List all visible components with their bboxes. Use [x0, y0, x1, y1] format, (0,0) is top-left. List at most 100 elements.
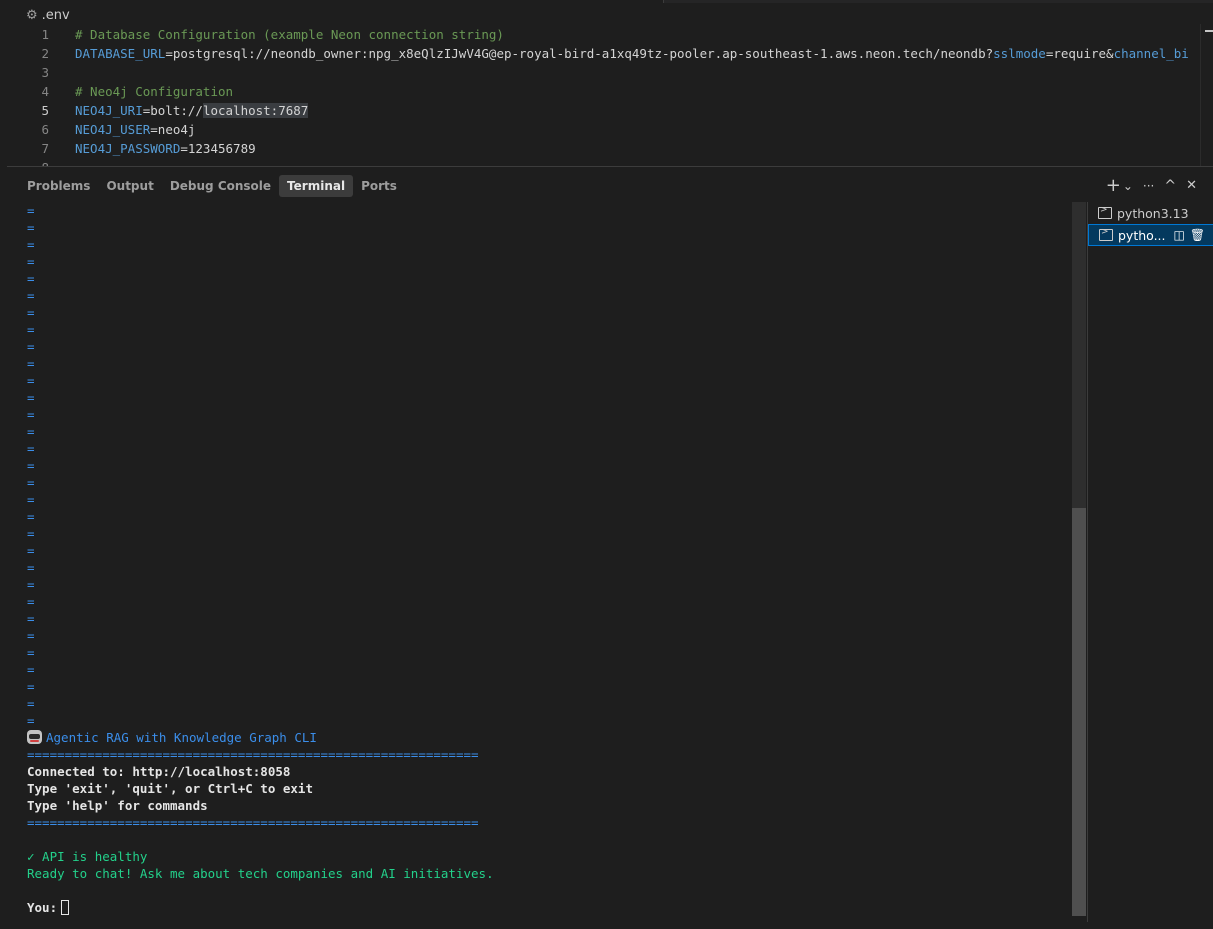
health-status: ✓ API is healthy [27, 849, 148, 864]
close-panel-icon[interactable]: ✕ [1186, 177, 1197, 195]
editor-line[interactable]: 4 # Neo4j Configuration [7, 82, 1213, 101]
editor-line[interactable]: 6 NEO4J_USER=neo4j [7, 120, 1213, 139]
trash-icon[interactable]: 🗑 [1190, 228, 1205, 242]
tab-terminal[interactable]: Terminal [279, 175, 354, 197]
terminal-instance[interactable]: pytho... ◫ 🗑 [1088, 224, 1213, 246]
line-number: 4 [41, 84, 49, 99]
terminal-line: = [27, 645, 35, 660]
terminal-line: = [27, 407, 35, 422]
code-value: =neo4j [150, 122, 196, 137]
line-number: 2 [41, 46, 49, 61]
editor-line[interactable]: 5 NEO4J_URI=bolt://localhost:7687 [7, 101, 1213, 120]
terminal-scrollbar[interactable] [1072, 202, 1086, 916]
scrollbar-track [1072, 202, 1086, 508]
terminal-line: = [27, 373, 35, 388]
terminal-line: = [27, 339, 35, 354]
terminal-line: = [27, 322, 35, 337]
line-number: 7 [41, 141, 49, 156]
code-key: DATABASE_URL [75, 46, 166, 61]
terminal-line: = [27, 560, 35, 575]
terminal-instance-label: python3.13 [1117, 205, 1189, 221]
tab-problems[interactable]: Problems [19, 175, 98, 197]
terminal-line: = [27, 713, 35, 728]
editor-line[interactable]: 1 # Database Configuration (example Neon … [7, 25, 1213, 44]
chevron-down-icon[interactable]: ⌄ [1123, 177, 1133, 195]
terminal-line: = [27, 492, 35, 507]
code-value: =123456789 [180, 141, 256, 156]
line-code: # Database Configuration (example Neon c… [75, 25, 504, 44]
tab-output[interactable]: Output [98, 175, 161, 197]
terminal-line: = [27, 543, 35, 558]
terminal-line: = [27, 220, 35, 235]
editor-tab-strip [0, 0, 1213, 3]
maximize-panel-icon[interactable]: ^ [1164, 177, 1176, 195]
line-code: NEO4J_USER=neo4j [75, 120, 195, 139]
editor-line[interactable]: 3 [7, 63, 1213, 82]
prompt-line: You: [27, 899, 70, 916]
active-editor-tab-edge [0, 0, 663, 3]
terminal-line: = [27, 577, 35, 592]
code-comment: # Neo4j Configuration [75, 84, 234, 99]
line-number: 6 [41, 122, 49, 137]
tab-debug-console[interactable]: Debug Console [162, 175, 279, 197]
editor-line[interactable]: 2 DATABASE_URL=postgresql://neondb_owner:… [7, 44, 1213, 63]
terminal-line: = [27, 424, 35, 439]
terminal-instance[interactable]: python3.13 [1088, 202, 1213, 224]
terminal-line: = [27, 679, 35, 694]
breadcrumb[interactable]: ⚙ .env [26, 6, 70, 24]
separator-line: ========================================… [27, 747, 479, 762]
panel-actions: + ⌄ ··· ^ ✕ [1106, 175, 1197, 197]
terminal-line: = [27, 271, 35, 286]
code-value: =bolt:// [142, 103, 203, 118]
editor-line[interactable]: 7 NEO4J_PASSWORD=123456789 [7, 139, 1213, 158]
terminal-line: = [27, 662, 35, 677]
tab-ports[interactable]: Ports [353, 175, 405, 197]
more-actions-icon[interactable]: ··· [1143, 177, 1154, 195]
terminal-list: python3.13 pytho... ◫ 🗑 [1087, 202, 1213, 922]
terminal-line: = [27, 237, 35, 252]
split-terminal-icon[interactable]: ◫ [1174, 228, 1185, 242]
code-key: NEO4J_USER [75, 122, 151, 137]
code-highlight: localhost:7687 [202, 103, 309, 118]
panel-tabs: Problems Output Debug Console Terminal Ports [19, 175, 405, 197]
terminal-line: = [27, 203, 35, 218]
editor-line[interactable]: 8 [7, 158, 1213, 166]
exit-hint: Type 'exit', 'quit', or Ctrl+C to exit [27, 781, 313, 796]
code-key: NEO4J_URI [75, 103, 143, 118]
line-code: # Neo4j Configuration [75, 82, 233, 101]
terminal-output[interactable]: = = = = = = = = = = = = = = = = = = = = = = = = = = = = = = = Agentic R… [27, 202, 1067, 922]
terminal-line: = [27, 254, 35, 269]
help-hint: Type 'help' for commands [27, 798, 208, 813]
prompt-label: You: [27, 900, 58, 915]
code-key: channel_bi [1113, 46, 1189, 61]
terminal-instance-label: pytho... [1118, 227, 1166, 243]
connected-text: Connected to: http://localhost:8058 [27, 764, 291, 779]
bottom-panel: Problems Output Debug Console Terminal Ports… [7, 166, 1213, 929]
line-number: 5 [41, 103, 49, 118]
terminal-line: = [27, 356, 35, 371]
terminal-icon [1098, 205, 1112, 219]
terminal-line: = [27, 611, 35, 626]
breadcrumb-filename[interactable]: .env [42, 8, 70, 23]
terminal-line: = [27, 526, 35, 541]
line-code: NEO4J_PASSWORD=123456789 [75, 139, 256, 158]
line-number: 1 [41, 27, 49, 42]
terminal-icon [1099, 227, 1113, 241]
code-comment: # Database Configuration (example Neon c… [75, 27, 504, 42]
cli-title-text: Agentic RAG with Knowledge Graph CLI [46, 730, 317, 745]
code-key: NEO4J_PASSWORD [75, 141, 181, 156]
terminal-line: = [27, 696, 35, 711]
line-code: NEO4J_URI=bolt://localhost:7687 [75, 101, 309, 120]
terminal-line: = [27, 288, 35, 303]
ready-message: Ready to chat! Ask me about tech compani… [27, 866, 494, 881]
cli-title: Agentic RAG with Knowledge Graph CLI [27, 729, 317, 746]
terminal-cursor[interactable] [61, 900, 70, 915]
scrollbar-thumb[interactable] [1072, 508, 1086, 916]
line-number: 8 [7, 158, 49, 166]
new-terminal-icon[interactable]: + [1106, 177, 1121, 195]
tab-separator [663, 0, 664, 3]
terminal-line: = [27, 458, 35, 473]
robot-icon [27, 730, 42, 744]
code-editor[interactable]: 1 # Database Configuration (example Neon … [7, 24, 1213, 166]
line-number: 3 [41, 65, 49, 80]
